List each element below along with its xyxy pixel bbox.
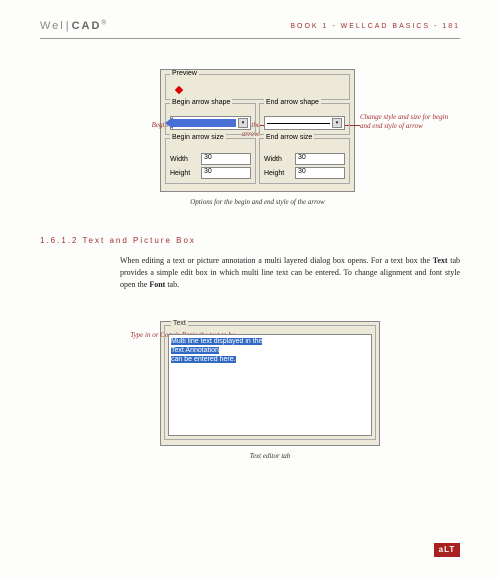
text-group-label: Text <box>171 320 188 327</box>
figure-caption-2: Text editor tab <box>160 452 380 460</box>
annotation-change-style: Change style and size for begin and end … <box>360 113 450 131</box>
chevron-down-icon[interactable]: ▾ <box>332 118 342 128</box>
height-label: Height <box>170 170 198 177</box>
arrow-options-figure: Begin is where you clicked to draw the a… <box>160 69 460 192</box>
page-title: BOOK 1 - WELLCAD BASICS - 181 <box>290 23 460 30</box>
preview-arrow-icon <box>175 86 183 94</box>
wellcad-logo: Wel|CAD® <box>40 20 108 32</box>
end-height-input[interactable]: 30 <box>295 167 345 179</box>
body-paragraph: When editing a text or picture annotatio… <box>120 255 460 291</box>
end-size-label: End arrow size <box>264 134 314 141</box>
begin-shape-label: Begin arrow shape <box>170 99 232 106</box>
alt-logo: aLT <box>434 543 460 557</box>
height-label: Height <box>264 170 292 177</box>
begin-height-input[interactable]: 30 <box>201 167 251 179</box>
width-label: Width <box>264 156 292 163</box>
preview-group-label: Preview <box>170 70 199 77</box>
line-icon <box>267 123 330 124</box>
end-shape-select[interactable]: ▾ <box>264 116 345 130</box>
begin-size-label: Begin arrow size <box>170 134 226 141</box>
end-shape-label: End arrow shape <box>264 99 321 106</box>
text-editor-figure: Type in or Copy'n Paste the text to be d… <box>160 321 460 446</box>
begin-width-input[interactable]: 30 <box>201 153 251 165</box>
begin-shape-select[interactable]: ▾ <box>170 116 251 130</box>
arrow-left-icon <box>173 119 236 127</box>
text-input-area[interactable]: Multi line text displayed in the Text An… <box>168 334 372 436</box>
text-editor-dialog: Text Multi line text displayed in the Te… <box>160 321 380 446</box>
end-width-input[interactable]: 30 <box>295 153 345 165</box>
chevron-down-icon[interactable]: ▾ <box>238 118 248 128</box>
figure-caption-1: Options for the begin and end style of t… <box>160 198 355 206</box>
section-heading: 1.6.1.2 Text and Picture Box <box>40 236 460 245</box>
page-header: Wel|CAD® BOOK 1 - WELLCAD BASICS - 181 <box>40 0 460 39</box>
width-label: Width <box>170 156 198 163</box>
